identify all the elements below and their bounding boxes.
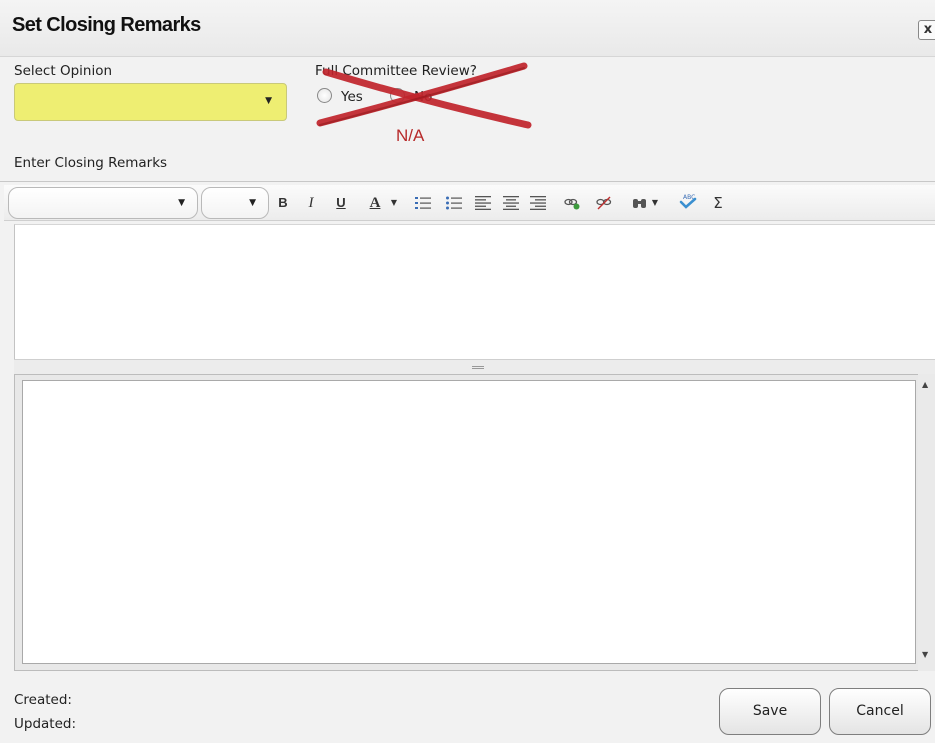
cancel-button[interactable]: Cancel [829, 688, 931, 735]
font-name-select[interactable]: ▼ [8, 187, 198, 219]
align-right-icon[interactable] [530, 196, 546, 210]
opinion-select[interactable]: ▼ [14, 83, 287, 121]
vertical-scrollbar[interactable]: ▲ ▼ [918, 374, 935, 671]
sigma-icon: Σ [713, 194, 723, 212]
na-annotation: N/A [396, 126, 425, 145]
underline-button[interactable]: U [332, 193, 350, 213]
updated-label: Updated: [14, 716, 77, 732]
font-color-icon: A [369, 195, 381, 211]
closing-remarks-dialog: Set Closing Remarks x Select Opinion ▼ F… [0, 0, 935, 743]
editor-resize-handle[interactable] [14, 359, 935, 375]
chevron-down-icon: ▼ [265, 96, 272, 106]
insert-link-icon[interactable] [564, 196, 580, 210]
numbered-list-icon[interactable] [415, 196, 431, 210]
italic-button[interactable]: I [302, 193, 320, 213]
scroll-up-icon[interactable]: ▲ [922, 380, 928, 389]
grip-icon [472, 366, 484, 369]
chevron-down-icon: ▼ [249, 198, 256, 208]
insert-symbol-button[interactable]: Σ [709, 193, 727, 213]
close-button[interactable]: x [918, 20, 935, 40]
select-opinion-label: Select Opinion [14, 63, 113, 79]
find-binoculars-icon[interactable] [632, 196, 648, 210]
chevron-down-icon[interactable]: ▼ [650, 193, 660, 213]
bullet-list-icon[interactable] [446, 196, 462, 210]
remarks-history-area[interactable] [22, 380, 916, 664]
chevron-down-icon: ▼ [178, 198, 185, 208]
align-left-icon[interactable] [475, 196, 491, 210]
dialog-titlebar: Set Closing Remarks x [0, 0, 935, 57]
remarks-textarea[interactable] [14, 224, 935, 359]
scroll-down-icon[interactable]: ▼ [922, 650, 928, 659]
bold-button[interactable]: B [274, 193, 292, 213]
align-center-icon[interactable] [503, 196, 519, 210]
save-button[interactable]: Save [719, 688, 821, 735]
dialog-title: Set Closing Remarks [12, 14, 201, 36]
remove-link-icon[interactable] [596, 196, 612, 210]
enter-remarks-label: Enter Closing Remarks [14, 155, 168, 171]
close-icon: x [923, 22, 933, 37]
spell-check-icon[interactable]: ABC [678, 193, 698, 211]
chevron-down-icon[interactable]: ▼ [389, 193, 399, 213]
created-label: Created: [14, 692, 72, 708]
font-color-button[interactable]: A [364, 193, 386, 213]
font-size-select[interactable]: ▼ [201, 187, 269, 219]
